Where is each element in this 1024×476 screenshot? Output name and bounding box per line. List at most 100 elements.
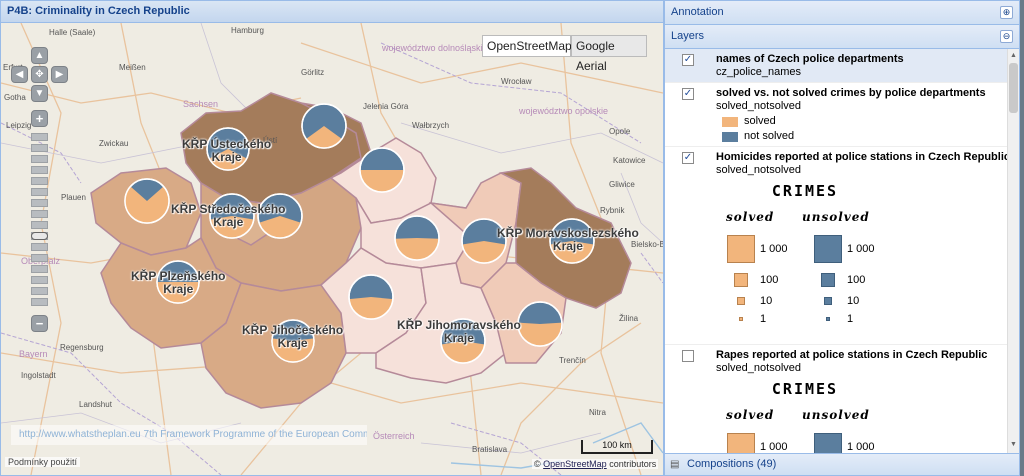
layers-scrollbar[interactable]: ▲ ▼ — [1007, 49, 1019, 453]
zoom-level-tick[interactable] — [31, 287, 48, 295]
layer-title: solved vs. not solved crimes by police d… — [716, 87, 986, 99]
compositions-icon: ▤ — [670, 459, 680, 470]
pie-kralovehradecky[interactable] — [359, 147, 405, 193]
pie-pardubicky[interactable] — [394, 215, 440, 261]
layer-item-solved-notsolved[interactable]: ✓ solved vs. not solved crimes by police… — [665, 83, 1007, 147]
place-label: Bratislava — [472, 445, 508, 454]
layer-checkbox[interactable]: ✓ — [682, 54, 694, 66]
legend-scale-label: 1 000 — [847, 243, 875, 255]
place-label: Österreich — [373, 431, 415, 441]
place-label: województwo dolnośląskie — [382, 43, 488, 53]
legend-square-solved-100 — [734, 273, 748, 287]
pie-zlinsky[interactable] — [517, 301, 563, 347]
region-label-ustecky: KŘP Ústeckého Kraje — [182, 137, 272, 164]
scale-bar: 100 km — [581, 440, 653, 454]
region-label-plzensky: KŘP Plzeňského Kraje — [131, 269, 226, 296]
zoom-level-tick[interactable] — [31, 166, 48, 174]
crimes-legend-solved-heading: solved — [726, 408, 775, 422]
osm-layer-button[interactable]: OpenStreetMap — [482, 35, 572, 57]
pie-vysocina[interactable] — [348, 274, 394, 320]
crimes-legend-unsolved-heading: unsolved — [802, 408, 870, 422]
window-edge — [1020, 0, 1024, 476]
zoom-level-tick[interactable] — [31, 210, 48, 218]
zoom-level-tick[interactable] — [31, 188, 48, 196]
zoom-level-tick[interactable] — [31, 243, 48, 251]
legend-swatch-solved — [722, 117, 738, 127]
layer-item-police-names[interactable]: ✓ names of Czech police departments cz_p… — [665, 49, 1007, 83]
crimes-legend-solved-heading: solved — [726, 210, 775, 224]
zoom-world-button[interactable]: ✥ — [31, 66, 48, 83]
zoom-level-tick[interactable] — [31, 177, 48, 185]
map-panel: P4B: Criminality in Czech Republic Halle… — [0, 0, 664, 476]
zoom-level-tick[interactable] — [31, 155, 48, 163]
legend-scale-label: 1 — [847, 313, 854, 325]
zoom-level-tick[interactable] — [31, 144, 48, 152]
legend-square-solved-1000 — [727, 235, 755, 263]
legend-swatch-not-solved — [722, 132, 738, 142]
region-label-jihomoravsky: KŘP Jihomoravského Kraje — [397, 318, 521, 345]
scroll-up-arrow[interactable]: ▲ — [1009, 51, 1018, 61]
layers-header[interactable]: Layers ⊖ — [665, 25, 1019, 49]
zoom-level-tick[interactable] — [31, 221, 48, 229]
layer-checkbox[interactable] — [682, 350, 694, 362]
openstreetmap-link[interactable]: OpenStreetMap — [543, 459, 607, 469]
place-label: Halle (Saale) — [49, 28, 96, 37]
layer-item-rapes[interactable]: Rapes reported at police stations in Cze… — [665, 345, 1007, 453]
place-label: Žilina — [619, 314, 639, 323]
compositions-title: Compositions (49) — [687, 458, 777, 470]
terms-link[interactable]: Podmínky použití — [5, 457, 81, 467]
zoom-level-tick[interactable] — [31, 133, 48, 141]
scroll-thumb[interactable] — [1009, 63, 1018, 113]
legend-square-solved-1 — [739, 317, 743, 321]
place-label: Opole — [609, 127, 631, 136]
place-label: Görlitz — [301, 68, 325, 77]
layers-list: ✓ names of Czech police departments cz_p… — [665, 49, 1007, 453]
legend-label-not-solved: not solved — [744, 130, 795, 142]
map-canvas[interactable]: Halle (Saale) Leipzig Sachsen Jelenia Gó… — [1, 23, 663, 475]
place-label: Zwickau — [99, 139, 129, 148]
crimes-legend-title: CRIMES — [771, 182, 839, 200]
zoom-slider-thumb[interactable] — [31, 232, 48, 240]
legend-square-unsolved-1000 — [814, 235, 842, 263]
layer-title: names of Czech police departments — [716, 53, 904, 65]
layer-title: Homicides reported at police stations in… — [716, 151, 1007, 163]
zoom-level-tick[interactable] — [31, 265, 48, 273]
pie-liberecky[interactable] — [301, 103, 347, 149]
place-label: Trenčín — [559, 356, 586, 365]
collapse-layers-icon[interactable]: ⊖ — [1000, 30, 1013, 43]
place-label: Wrocław — [501, 77, 532, 86]
legend-square-unsolved-10 — [824, 297, 832, 305]
layer-item-homicides[interactable]: ✓ Homicides reported at police stations … — [665, 147, 1007, 345]
scroll-down-arrow[interactable]: ▼ — [1009, 440, 1018, 450]
pan-right-button[interactable]: ▶ — [51, 66, 68, 83]
pan-up-button[interactable]: ▲ — [31, 47, 48, 64]
pan-left-button[interactable]: ◀ — [11, 66, 28, 83]
legend-label-solved: solved — [744, 115, 776, 127]
place-label: województwo opolskie — [519, 106, 609, 116]
place-label: Sachsen — [183, 99, 219, 109]
place-label: Jelenia Góra — [363, 102, 409, 111]
region-label-stredocesky: KŘP Středočeského Kraje — [171, 202, 286, 229]
credit-banner[interactable]: http://www.whatstheplan.eu 7th Framework… — [11, 425, 367, 445]
legend-square-unsolved-100 — [821, 273, 835, 287]
layer-id: solved_notsolved — [716, 362, 802, 374]
google-aerial-layer-button[interactable]: Google Aerial — [571, 35, 647, 73]
app: P4B: Criminality in Czech Republic Halle… — [0, 0, 1024, 476]
pie-karlovarsky[interactable] — [124, 178, 170, 224]
layer-checkbox[interactable]: ✓ — [682, 152, 694, 164]
legend-square-unsolved-1000 — [814, 433, 842, 453]
zoom-level-tick[interactable] — [31, 276, 48, 284]
expand-annotation-icon[interactable]: ⊕ — [1000, 6, 1013, 19]
zoom-level-tick[interactable] — [31, 199, 48, 207]
side-panel: Annotation ⊕ Layers ⊖ ✓ names of Czech p… — [664, 0, 1020, 476]
layer-checkbox[interactable]: ✓ — [682, 88, 694, 100]
zoom-out-button[interactable]: − — [31, 315, 48, 332]
map-attribution: © OpenStreetMap contributors — [532, 459, 659, 469]
zoom-in-button[interactable]: + — [31, 110, 48, 127]
place-label: Plauen — [61, 193, 86, 202]
zoom-level-tick[interactable] — [31, 254, 48, 262]
pan-down-button[interactable]: ▼ — [31, 85, 48, 102]
annotation-header[interactable]: Annotation ⊕ — [665, 1, 1019, 25]
compositions-header[interactable]: ▤ Compositions (49) — [665, 453, 1019, 475]
zoom-level-tick[interactable] — [31, 298, 48, 306]
